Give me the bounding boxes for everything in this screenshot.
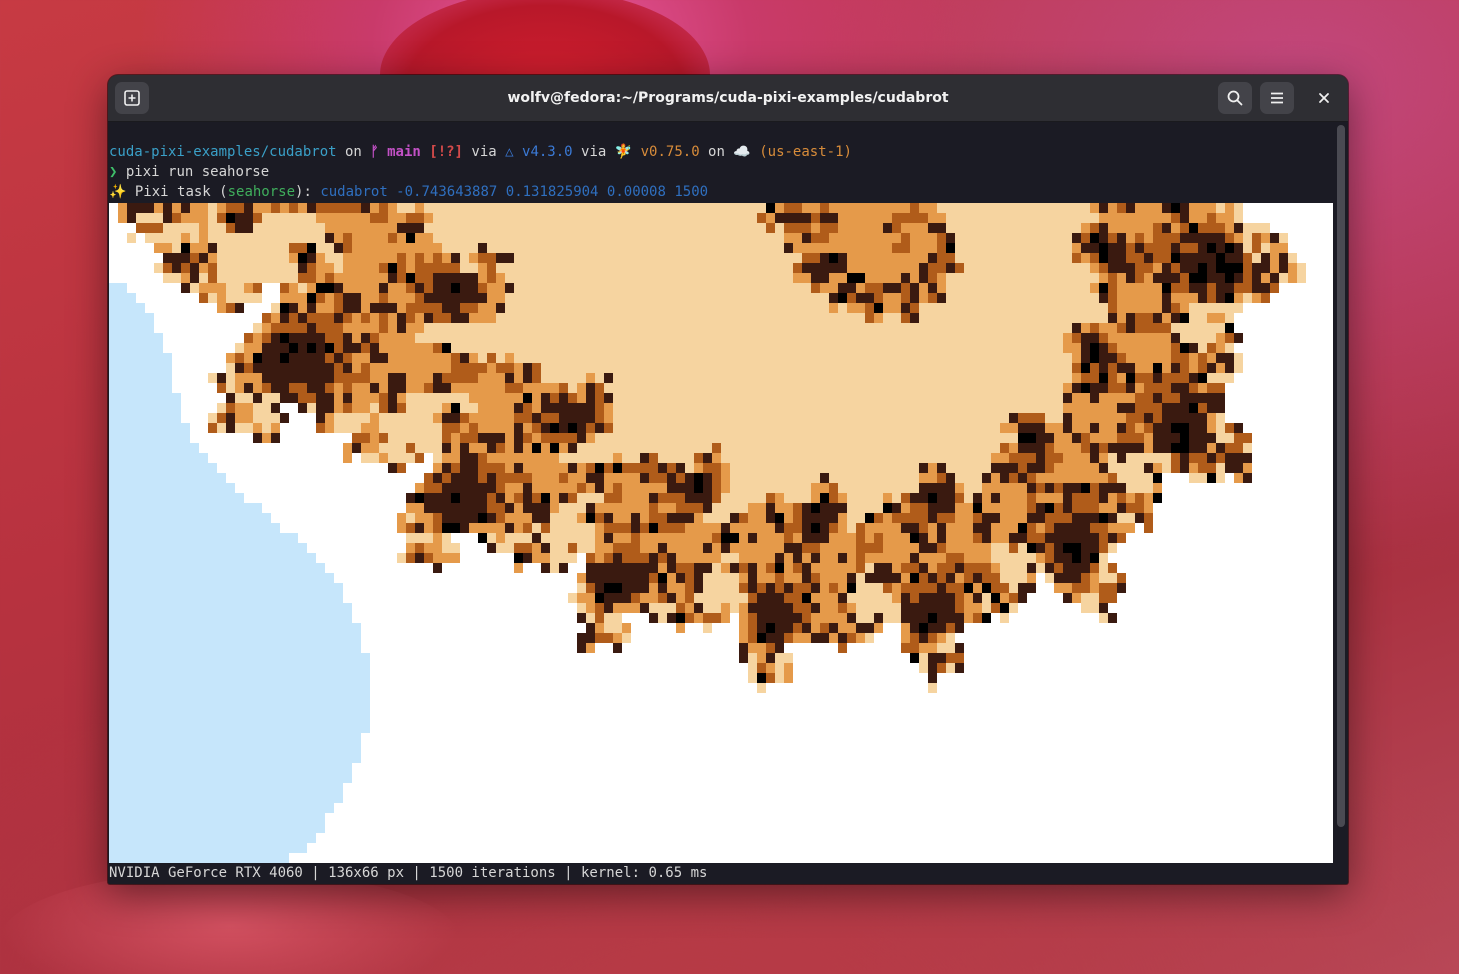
fractal-render [109, 203, 1333, 863]
prompt-text: via [463, 144, 506, 160]
task-command: cudabrot -0.743643887 0.131825904 0.0000… [320, 184, 709, 200]
git-status: [!?] [420, 144, 463, 160]
search-button[interactable] [1218, 82, 1252, 114]
terminal-window: wolfv@fedora:~/Programs/cuda-pixi-exampl… [108, 75, 1348, 884]
prompt-line: cuda-pixi-examples/cudabrot on ᚠ main [!… [109, 142, 852, 162]
task-label: ): [295, 184, 321, 200]
cloud-icon: ☁️ [733, 144, 751, 160]
hamburger-menu-icon [1271, 92, 1283, 104]
title-bar[interactable]: wolfv@fedora:~/Programs/cuda-pixi-exampl… [108, 75, 1348, 122]
scrollbar-track[interactable] [1334, 122, 1348, 884]
terminal-content[interactable]: cuda-pixi-examples/cudabrot on ᚠ main [!… [108, 122, 1334, 884]
fairy-icon: 🧚 [614, 144, 633, 160]
cwd-path: cuda-pixi-examples/cudabrot [109, 144, 337, 160]
task-line: ✨ Pixi task (seahorse): cudabrot -0.7436… [109, 182, 708, 202]
prompt-text: on [336, 144, 371, 160]
scrollbar-thumb[interactable] [1337, 125, 1345, 827]
prompt-text: via [572, 144, 615, 160]
git-branch: ᚠ main [370, 144, 421, 160]
search-icon [1227, 90, 1243, 106]
cmake-version: △ v4.3.0 [505, 144, 573, 160]
sparkle-icon: ✨ [109, 184, 127, 200]
task-name: seahorse [227, 184, 296, 200]
command-text: pixi run seahorse [117, 164, 270, 180]
pixi-version: v0.75.0 [632, 144, 700, 160]
close-button[interactable] [1307, 82, 1341, 114]
command-line: ❯ pixi run seahorse [109, 162, 269, 182]
prompt-text: on [699, 144, 734, 160]
menu-button[interactable] [1260, 82, 1294, 114]
status-line: NVIDIA GeForce RTX 4060 | 136x66 px | 15… [109, 865, 708, 881]
task-label: Pixi task ( [126, 184, 228, 200]
window-title: wolfv@fedora:~/Programs/cuda-pixi-exampl… [507, 90, 949, 106]
close-icon [1319, 93, 1329, 103]
wallpaper-blob [0, 870, 460, 974]
aws-region: (us-east-1) [750, 144, 852, 160]
